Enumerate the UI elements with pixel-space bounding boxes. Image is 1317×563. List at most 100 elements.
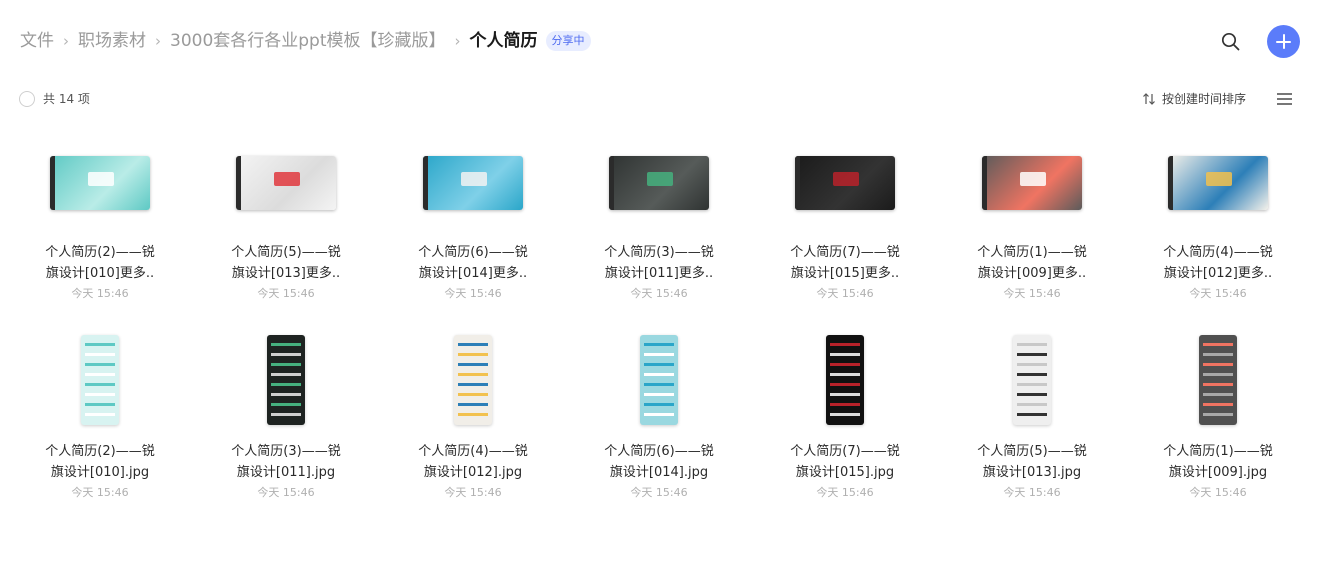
- file-name[interactable]: 个人简历(6)——锐 旗设计[014]更多..: [383, 242, 563, 284]
- file-date: 今天 15:46: [444, 486, 502, 499]
- slide-edge: [423, 156, 428, 210]
- slide-edge: [1168, 156, 1173, 210]
- file-tile[interactable]: 个人简历(6)——锐 旗设计[014].jpg 今天 15:46: [569, 319, 749, 509]
- file-name[interactable]: 个人简历(7)——锐 旗设计[015].jpg: [755, 441, 935, 483]
- file-name[interactable]: 个人简历(7)——锐 旗设计[015]更多..: [755, 242, 935, 284]
- ppt-thumbnail-image: [50, 156, 150, 210]
- file-thumbnail[interactable]: [755, 120, 935, 242]
- list-view-button[interactable]: [1277, 92, 1293, 106]
- file-name[interactable]: 个人简历(5)——锐 旗设计[013].jpg: [942, 441, 1122, 483]
- file-thumbnail[interactable]: [942, 319, 1122, 441]
- image-content-band: [830, 383, 860, 386]
- image-content-band: [271, 363, 301, 366]
- image-content-band: [1203, 343, 1233, 346]
- image-content-band: [830, 393, 860, 396]
- file-tile[interactable]: 个人简历(3)——锐 旗设计[011].jpg 今天 15:46: [196, 319, 376, 509]
- file-name-line: 个人简历(3)——锐: [231, 444, 341, 459]
- image-content-band: [830, 413, 860, 416]
- file-name[interactable]: 个人简历(2)——锐 旗设计[010]更多..: [10, 242, 190, 284]
- slide-graphic: [461, 172, 487, 186]
- file-thumbnail[interactable]: [569, 120, 749, 242]
- image-content-band: [271, 413, 301, 416]
- file-tile[interactable]: 个人简历(4)——锐 旗设计[012].jpg 今天 15:46: [383, 319, 563, 509]
- file-date: 今天 15:46: [630, 287, 688, 300]
- file-date: 今天 15:46: [630, 486, 688, 499]
- file-name[interactable]: 个人简历(1)——锐 旗设计[009]更多..: [942, 242, 1122, 284]
- file-thumbnail[interactable]: [1128, 319, 1308, 441]
- file-tile[interactable]: 个人简历(7)——锐 旗设计[015]更多.. 今天 15:46: [755, 120, 935, 310]
- image-content-band: [1017, 413, 1047, 416]
- ppt-thumbnail-image: [423, 156, 523, 210]
- file-name[interactable]: 个人简历(5)——锐 旗设计[013]更多..: [196, 242, 376, 284]
- image-content-band: [1203, 393, 1233, 396]
- file-thumbnail[interactable]: [755, 319, 935, 441]
- file-thumbnail[interactable]: [383, 319, 563, 441]
- file-tile[interactable]: 个人简历(6)——锐 旗设计[014]更多.. 今天 15:46: [383, 120, 563, 310]
- file-tile[interactable]: 个人简历(4)——锐 旗设计[012]更多.. 今天 15:46: [1128, 120, 1308, 310]
- file-tile[interactable]: 个人简历(5)——锐 旗设计[013].jpg 今天 15:46: [942, 319, 1122, 509]
- file-name-line: 旗设计[013]更多..: [231, 266, 341, 281]
- file-tile[interactable]: 个人简历(5)——锐 旗设计[013]更多.. 今天 15:46: [196, 120, 376, 310]
- file-thumbnail[interactable]: [569, 319, 749, 441]
- image-content-band: [271, 383, 301, 386]
- breadcrumb-separator: ›: [63, 32, 69, 50]
- file-name[interactable]: 个人简历(3)——锐 旗设计[011]更多..: [569, 242, 749, 284]
- image-content-band: [271, 393, 301, 396]
- file-thumbnail[interactable]: [942, 120, 1122, 242]
- file-name-line: 旗设计[009]更多..: [977, 266, 1087, 281]
- file-date: 今天 15:46: [257, 486, 315, 499]
- image-content-band: [644, 383, 674, 386]
- file-name[interactable]: 个人简历(6)——锐 旗设计[014].jpg: [569, 441, 749, 483]
- breadcrumb-item-workplace[interactable]: 职场素材: [78, 28, 146, 54]
- file-tile[interactable]: 个人简历(3)——锐 旗设计[011]更多.. 今天 15:46: [569, 120, 749, 310]
- file-name-line: 旗设计[010].jpg: [50, 465, 150, 480]
- file-thumbnail[interactable]: [196, 319, 376, 441]
- file-date: 今天 15:46: [257, 287, 315, 300]
- file-tile[interactable]: 个人简历(7)——锐 旗设计[015].jpg 今天 15:46: [755, 319, 935, 509]
- image-content-band: [644, 373, 674, 376]
- file-date: 今天 15:46: [444, 287, 502, 300]
- image-content-band: [85, 393, 115, 396]
- file-thumbnail[interactable]: [383, 120, 563, 242]
- image-content-band: [458, 383, 488, 386]
- file-name-line: 个人简历(3)——锐: [604, 245, 714, 260]
- image-content-band: [85, 373, 115, 376]
- file-tile[interactable]: 个人简历(1)——锐 旗设计[009]更多.. 今天 15:46: [942, 120, 1122, 310]
- file-date: 今天 15:46: [1003, 287, 1061, 300]
- ppt-thumbnail-image: [609, 156, 709, 210]
- file-name[interactable]: 个人简历(2)——锐 旗设计[010].jpg: [10, 441, 190, 483]
- image-content-band: [1017, 343, 1047, 346]
- image-content-band: [1017, 373, 1047, 376]
- file-name-line: 旗设计[012].jpg: [423, 465, 523, 480]
- file-name[interactable]: 个人简历(4)——锐 旗设计[012].jpg: [383, 441, 563, 483]
- file-thumbnail[interactable]: [196, 120, 376, 242]
- sharing-status-badge[interactable]: 分享中: [545, 31, 591, 51]
- search-button[interactable]: [1219, 30, 1243, 54]
- image-content-band: [1017, 363, 1047, 366]
- image-content-band: [1017, 393, 1047, 396]
- file-tile[interactable]: 个人简历(2)——锐 旗设计[010]更多.. 今天 15:46: [10, 120, 190, 310]
- file-name-line: 个人简历(2)——锐: [45, 444, 155, 459]
- image-content-band: [85, 403, 115, 406]
- image-content-band: [644, 343, 674, 346]
- image-content-band: [1017, 403, 1047, 406]
- file-name[interactable]: 个人简历(3)——锐 旗设计[011].jpg: [196, 441, 376, 483]
- image-content-band: [85, 383, 115, 386]
- file-name-line: 个人简历(1)——锐: [977, 245, 1087, 260]
- file-date: 今天 15:46: [1189, 486, 1247, 499]
- file-tile[interactable]: 个人简历(1)——锐 旗设计[009].jpg 今天 15:46: [1128, 319, 1308, 509]
- slide-edge: [982, 156, 987, 210]
- breadcrumb-item-files[interactable]: 文件: [20, 28, 54, 54]
- file-thumbnail[interactable]: [1128, 120, 1308, 242]
- file-name[interactable]: 个人简历(4)——锐 旗设计[012]更多..: [1128, 242, 1308, 284]
- select-all-checkbox[interactable]: [19, 91, 35, 107]
- file-name-line: 旗设计[011].jpg: [236, 465, 336, 480]
- add-button[interactable]: [1267, 25, 1300, 58]
- file-name[interactable]: 个人简历(1)——锐 旗设计[009].jpg: [1128, 441, 1308, 483]
- file-tile[interactable]: 个人简历(2)——锐 旗设计[010].jpg 今天 15:46: [10, 319, 190, 509]
- file-thumbnail[interactable]: [10, 120, 190, 242]
- breadcrumb-item-templates[interactable]: 3000套各行各业ppt模板【珍藏版】: [170, 28, 446, 54]
- sort-button[interactable]: 按创建时间排序: [1142, 90, 1246, 108]
- file-thumbnail[interactable]: [10, 319, 190, 441]
- file-name-line: 旗设计[014]更多..: [418, 266, 528, 281]
